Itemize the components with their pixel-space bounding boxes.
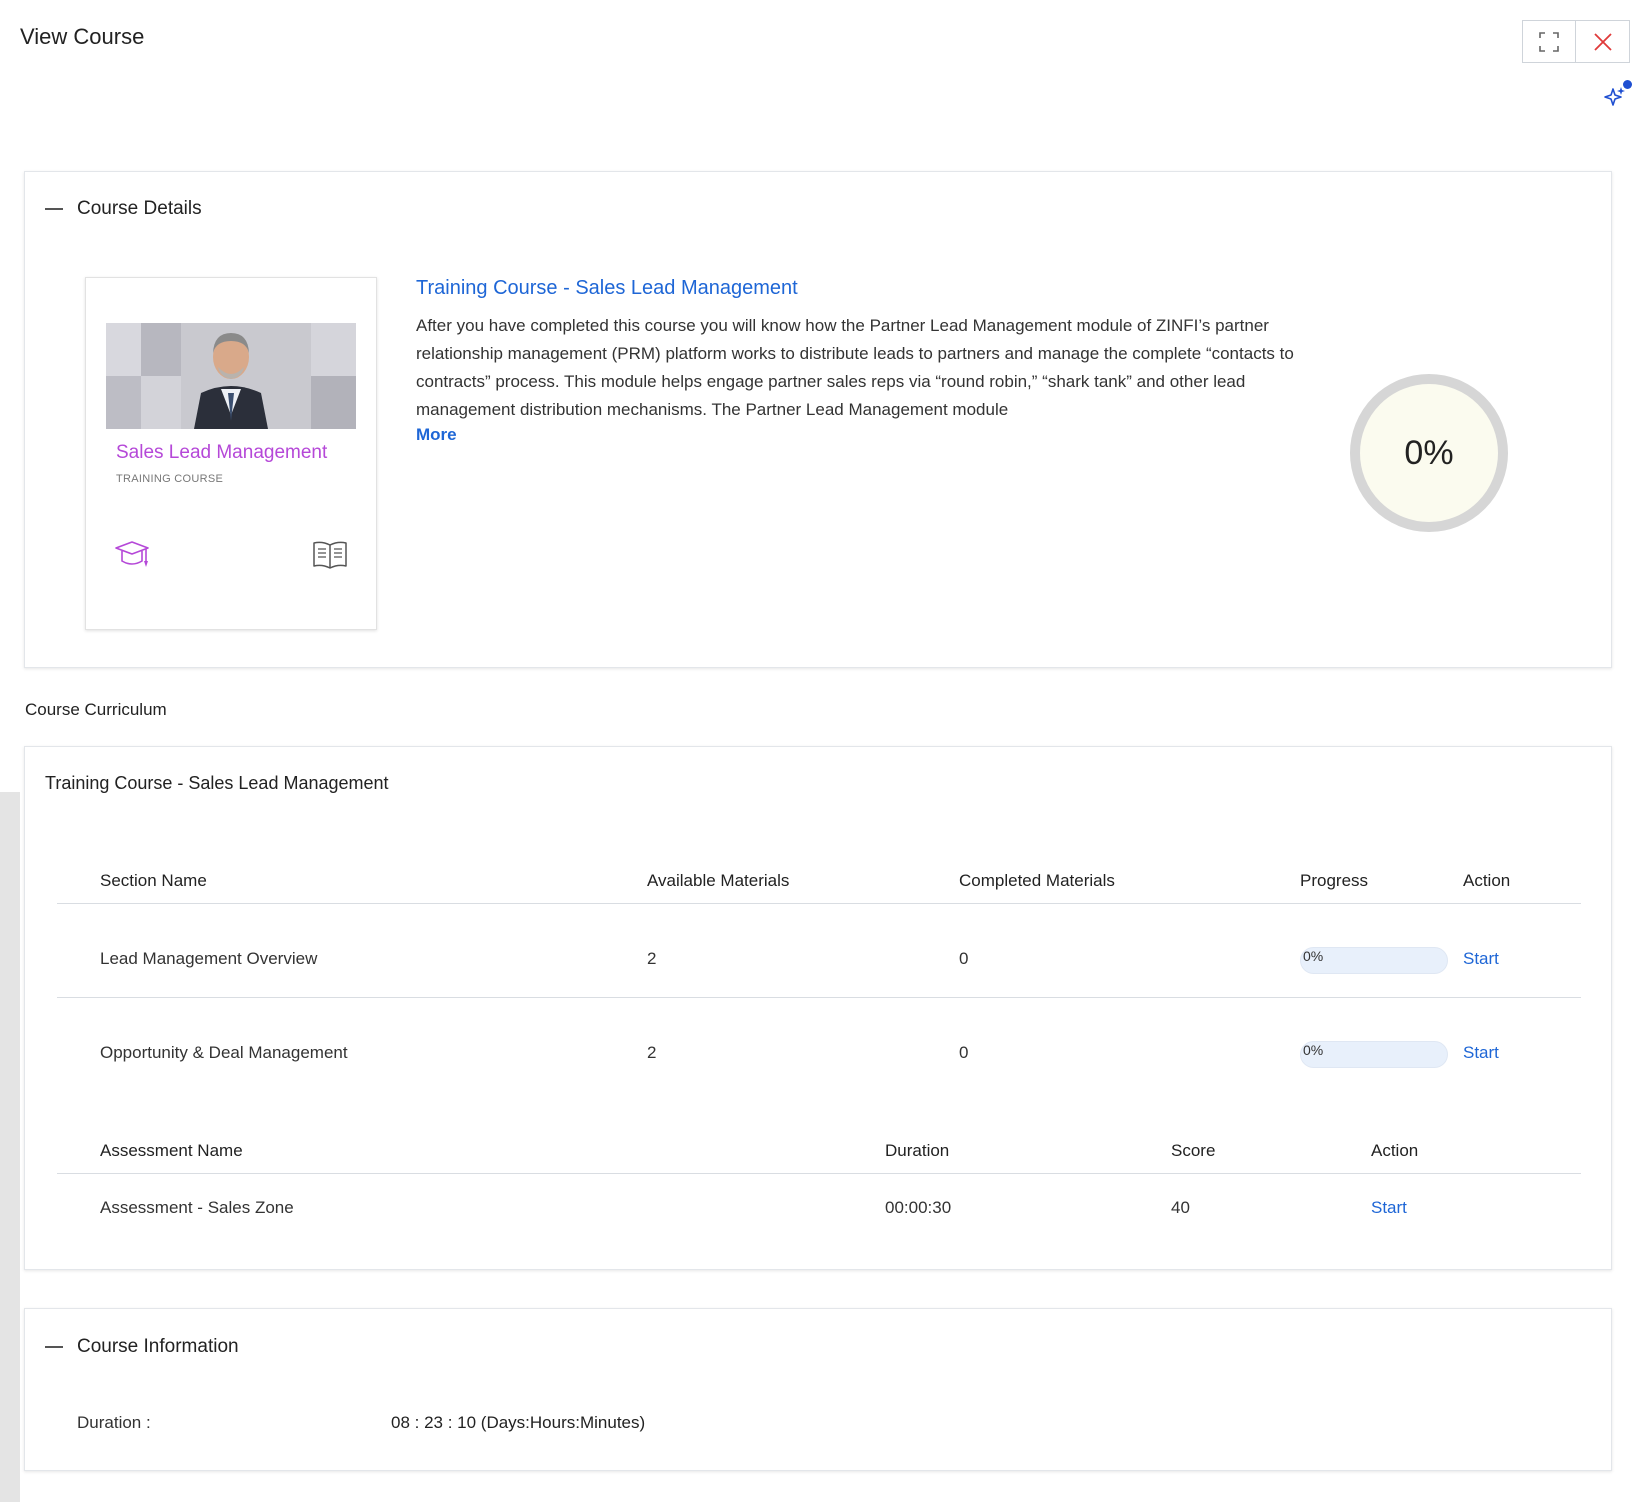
course-thumbnail[interactable]: Sales Lead Management TRAINING COURSE [85,277,377,630]
col-assessment-action: Action [1371,1141,1419,1160]
col-section-name: Section Name [100,871,207,890]
window-controls [1522,20,1630,63]
available-materials: 2 [647,949,657,968]
close-button[interactable] [1576,20,1630,63]
section-progress-bar: 0% [1300,947,1448,974]
assessment-name: Assessment - Sales Zone [100,1198,294,1217]
fullscreen-icon [1539,31,1559,52]
section-name: Lead Management Overview [100,949,318,968]
col-score: Score [1171,1141,1216,1160]
completed-materials: 0 [959,949,969,968]
assessment-duration: 00:00:30 [885,1198,952,1217]
course-information-header[interactable]: Course Information [45,1336,239,1358]
divider [57,997,1581,998]
divider [57,903,1581,904]
notification-dot [1623,80,1632,89]
close-icon [1593,32,1612,51]
start-section-button[interactable]: Start [1463,949,1499,969]
course-description: After you have completed this course you… [416,316,1294,419]
course-progress-ring: 0% [1348,372,1510,534]
divider [57,1173,1581,1174]
col-duration: Duration [885,1141,950,1160]
page-title: View Course [20,24,145,49]
course-details-card: Course Details Sales Lead Management TRA… [24,171,1612,668]
course-details-header[interactable]: Course Details [45,198,202,220]
fullscreen-button[interactable] [1522,20,1576,63]
course-information-card: Course Information Duration : 08 : 23 : … [24,1308,1612,1471]
col-completed-materials: Completed Materials [959,871,1115,890]
graduation-cap-icon [114,539,150,576]
sparkle-icon [1604,87,1625,106]
thumbnail-subtitle: TRAINING COURSE [116,473,224,485]
course-curriculum-label: Course Curriculum [25,700,167,719]
duration-value: 08 : 23 : 10 (Days:Hours:Minutes) [391,1413,646,1432]
more-link[interactable]: More [416,425,457,445]
available-materials: 2 [647,1043,657,1062]
ai-assistant-button[interactable] [1598,80,1632,114]
course-information-title: Course Information [77,1336,239,1357]
col-action: Action [1463,871,1511,890]
left-scroll-strip [0,792,20,1502]
duration-label: Duration : [77,1413,151,1432]
col-progress: Progress [1300,871,1369,890]
curriculum-card: Training Course - Sales Lead Management … [24,746,1612,1270]
collapse-icon[interactable] [45,208,63,210]
progress-percent-label: 0% [1404,433,1454,472]
start-assessment-button[interactable]: Start [1371,1198,1407,1218]
course-image [106,323,356,429]
open-book-icon [311,539,349,576]
curriculum-course-title: Training Course - Sales Lead Management [45,773,389,793]
course-details-title: Course Details [77,198,202,219]
thumbnail-title: Sales Lead Management [116,442,328,463]
section-progress-bar: 0% [1300,1041,1448,1068]
section-name: Opportunity & Deal Management [100,1043,348,1062]
course-title-link[interactable]: Training Course - Sales Lead Management [416,277,798,300]
progress-label: 0% [1303,948,1324,964]
completed-materials: 0 [959,1043,969,1062]
col-available-materials: Available Materials [647,871,790,890]
col-assessment-name: Assessment Name [100,1141,243,1160]
assessment-score: 40 [1171,1198,1190,1217]
progress-label: 0% [1303,1042,1324,1058]
start-section-button[interactable]: Start [1463,1043,1499,1063]
collapse-icon[interactable] [45,1346,63,1348]
